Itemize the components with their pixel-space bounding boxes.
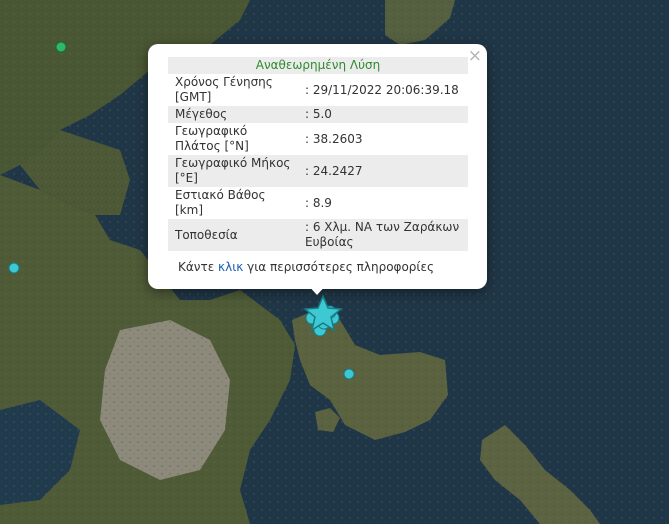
table-row: Γεωγραφικό Πλάτος [°N] : 38.2603 [168, 123, 468, 155]
label-latitude: Γεωγραφικό Πλάτος [°N] [175, 124, 249, 153]
value-origin-time: : 29/11/2022 20:06:39.18 [305, 82, 459, 97]
more-info-suffix: για περισσότερες πληροφορίες [243, 260, 434, 274]
value-location: : 6 Χλμ. ΝΑ των Ζαράκων Ευβοίας [298, 219, 468, 251]
label-magnitude: Μέγεθος [168, 106, 298, 123]
popup-tip [306, 283, 328, 295]
table-row: Χρόνος Γένησης [GMT] : 29/11/2022 20:06:… [168, 74, 468, 106]
event-details-table: Αναθεωρημένη Λύση Χρόνος Γένησης [GMT] :… [168, 57, 468, 251]
label-origin-time: Χρόνος Γένησης [GMT] [175, 75, 273, 104]
table-row: Τοποθεσία : 6 Χλμ. ΝΑ των Ζαράκων Ευβοία… [168, 219, 468, 251]
event-marker-recent-2[interactable] [343, 368, 355, 380]
value-depth: : 8.9 [305, 195, 332, 210]
value-magnitude: : 5.0 [298, 106, 468, 123]
table-row: Μέγεθος : 5.0 [168, 106, 468, 123]
table-row: Εστιακό Βάθος [km] : 8.9 [168, 187, 468, 219]
earthquake-popup: × Αναθεωρημένη Λύση Χρόνος Γένησης [GMT]… [148, 44, 487, 289]
more-info-line: Κάντε κλικ για περισσότερες πληροφορίες [178, 260, 434, 274]
popup-title-row: Αναθεωρημένη Λύση [168, 57, 468, 74]
more-info-prefix: Κάντε [178, 260, 219, 274]
more-info-link[interactable]: κλικ [218, 260, 243, 274]
popup-title: Αναθεωρημένη Λύση [168, 57, 468, 74]
value-latitude: : 38.2603 [305, 131, 363, 146]
label-location: Τοποθεσία [168, 219, 298, 251]
label-depth: Εστιακό Βάθος [km] [175, 188, 266, 217]
event-marker-older-1[interactable] [55, 41, 67, 53]
close-icon[interactable]: × [468, 46, 482, 66]
label-longitude: Γεωγραφικό Μήκος [°E] [168, 155, 298, 187]
value-longitude: : 24.2427 [298, 155, 468, 187]
event-marker-recent-1[interactable] [8, 262, 20, 274]
table-row: Γεωγραφικό Μήκος [°E] : 24.2427 [168, 155, 468, 187]
